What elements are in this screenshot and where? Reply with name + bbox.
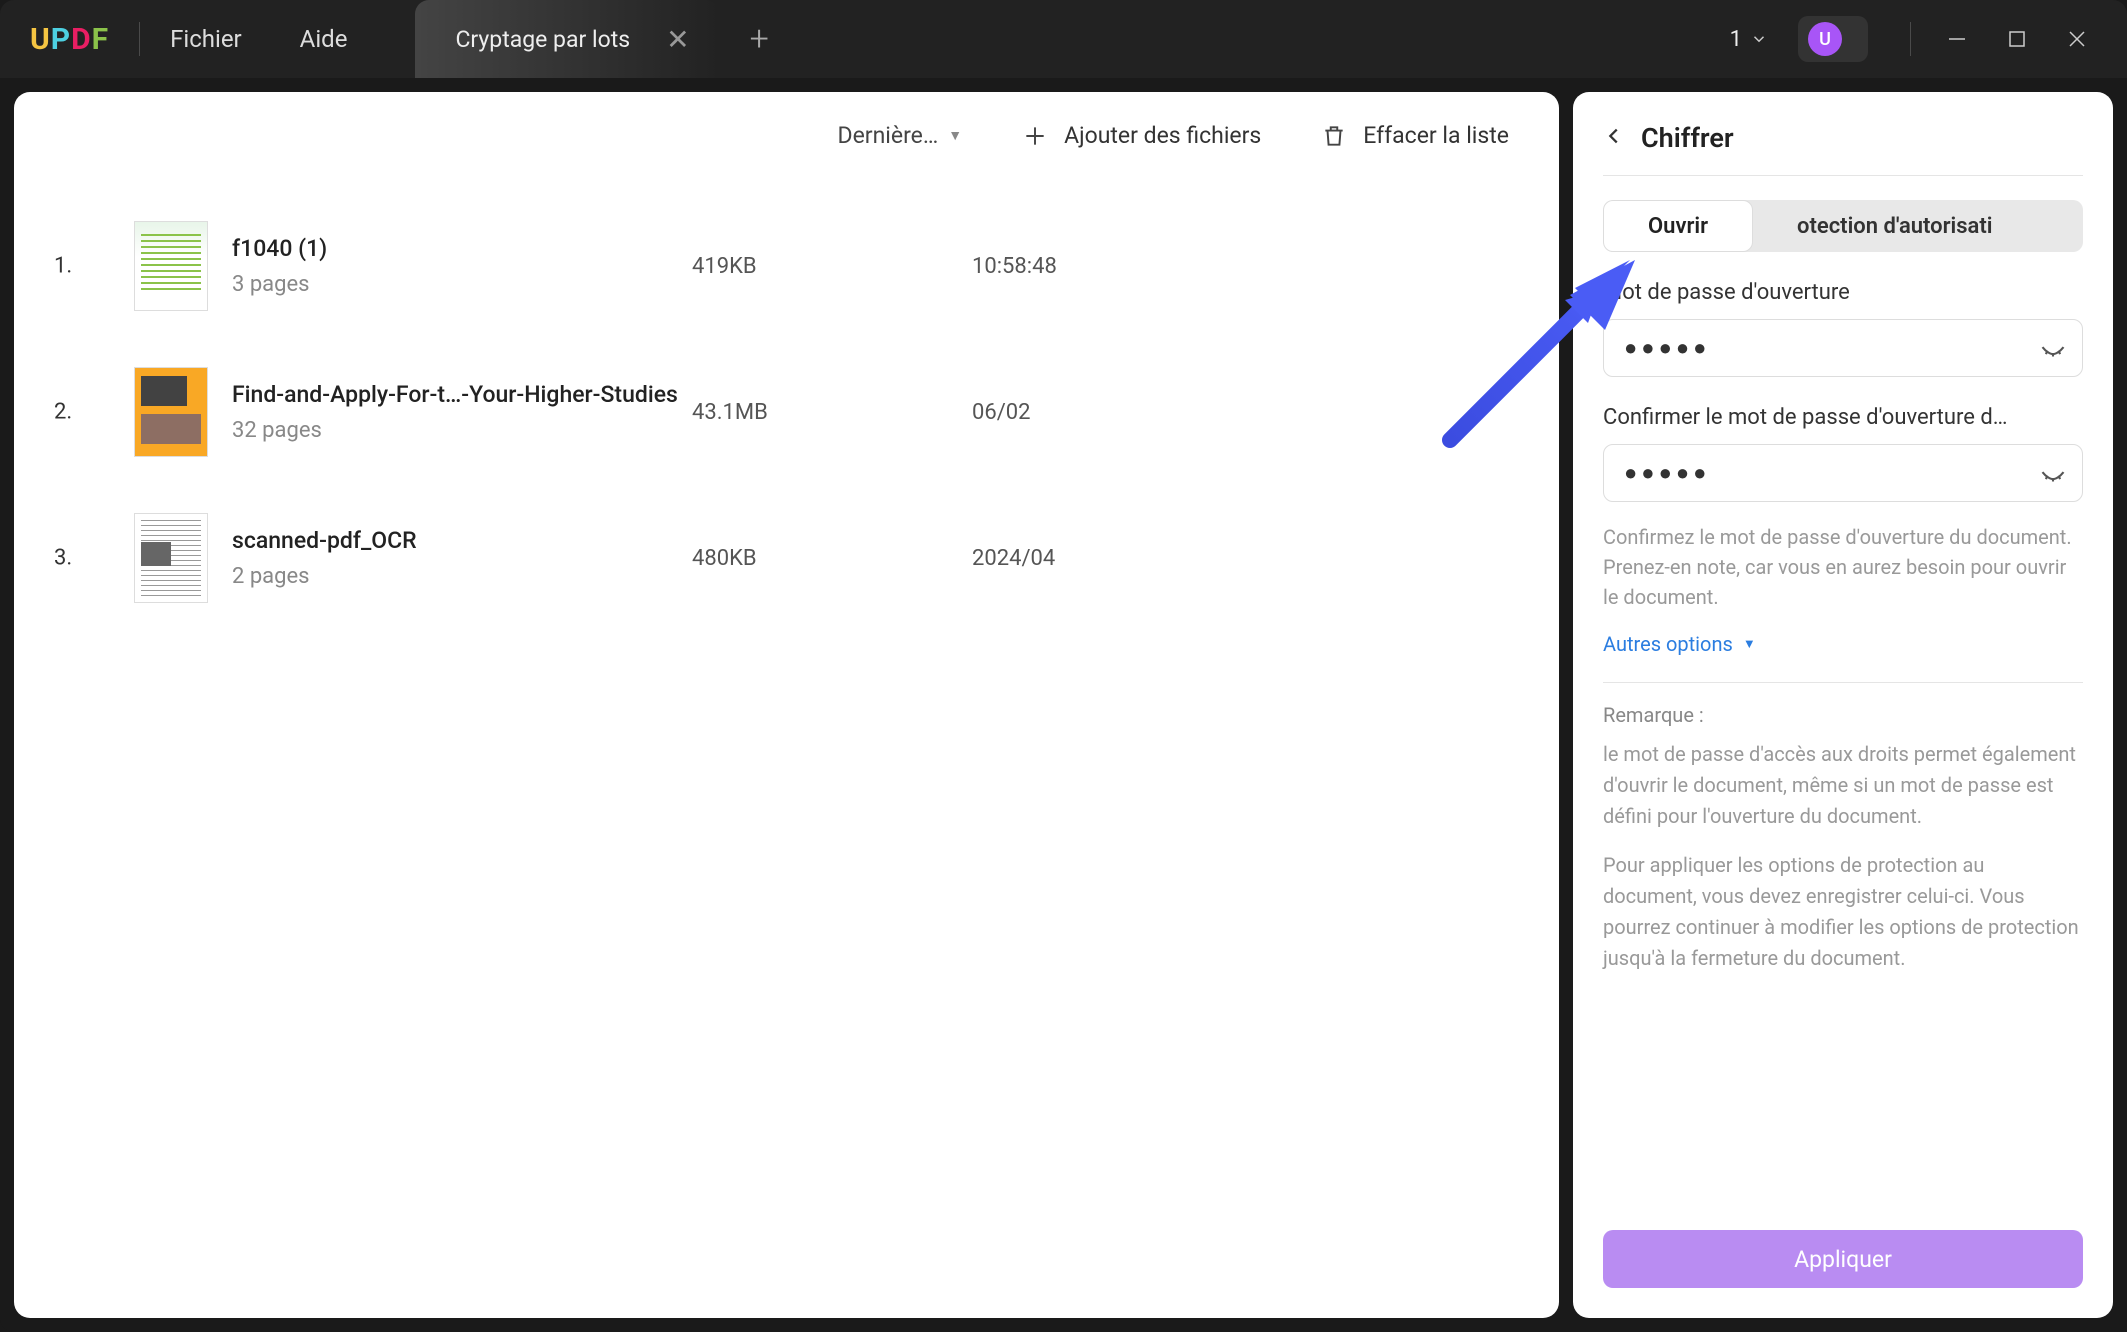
avatar-button[interactable]: U bbox=[1798, 16, 1868, 62]
confirm-password-input[interactable] bbox=[1603, 444, 2083, 502]
window-count: 1 bbox=[1730, 27, 1742, 52]
tab-batch-encrypt[interactable]: Cryptage par lots ✕ bbox=[415, 0, 719, 78]
note-text-1: le mot de passe d'accès aux droits perme… bbox=[1603, 739, 2083, 832]
file-index: 2. bbox=[54, 400, 72, 425]
triangle-down-icon: ▼ bbox=[1743, 636, 1756, 652]
security-tabs: Ouvrir otection d'autorisati bbox=[1603, 200, 2083, 252]
main-panel: Dernière… ▼ Ajouter des fichiers Effacer… bbox=[14, 92, 1559, 1318]
file-info: scanned-pdf_OCR 2 pages bbox=[232, 527, 692, 589]
sort-label: Dernière… bbox=[838, 122, 939, 149]
triangle-down-icon: ▼ bbox=[948, 127, 962, 144]
add-files-label: Ajouter des fichiers bbox=[1064, 122, 1261, 149]
apply-button[interactable]: Appliquer bbox=[1603, 1230, 2083, 1288]
tab-permission-password[interactable]: otection d'autorisati bbox=[1753, 200, 2036, 252]
maximize-button[interactable] bbox=[1987, 19, 2047, 59]
panel-footer: Appliquer bbox=[1573, 1200, 2113, 1318]
file-size: 419KB bbox=[692, 254, 972, 279]
list-toolbar: Dernière… ▼ Ajouter des fichiers Effacer… bbox=[14, 122, 1559, 173]
tab-close-icon[interactable]: ✕ bbox=[666, 23, 689, 56]
file-thumbnail bbox=[134, 513, 208, 603]
file-date: 06/02 bbox=[972, 400, 1031, 425]
chevron-left-icon bbox=[1603, 125, 1625, 147]
chevron-down-icon bbox=[1750, 30, 1768, 48]
panel-body: Ouvrir otection d'autorisati Mot de pass… bbox=[1573, 176, 2113, 1200]
file-row[interactable]: 3. scanned-pdf_OCR 2 pages 480KB 2024/04 bbox=[134, 485, 1519, 631]
file-thumbnail bbox=[134, 367, 208, 457]
file-size: 43.1MB bbox=[692, 400, 972, 425]
trash-icon bbox=[1321, 123, 1347, 149]
file-pages: 2 pages bbox=[232, 564, 692, 589]
titlebar: UPDF Fichier Aide Cryptage par lots ✕ + … bbox=[0, 0, 2127, 78]
tab-open-password[interactable]: Ouvrir bbox=[1603, 200, 1753, 252]
open-password-input[interactable] bbox=[1603, 319, 2083, 377]
file-thumbnail bbox=[134, 221, 208, 311]
confirm-hint: Confirmez le mot de passe d'ouverture du… bbox=[1603, 522, 2083, 612]
clear-list-button[interactable]: Effacer la liste bbox=[1321, 122, 1509, 149]
file-name: f1040 (1) bbox=[232, 235, 692, 262]
titlebar-right: 1 U bbox=[1730, 16, 2107, 62]
encrypt-panel: Chiffrer Ouvrir otection d'autorisati Mo… bbox=[1573, 92, 2113, 1318]
open-password-field bbox=[1603, 319, 2083, 377]
file-date: 10:58:48 bbox=[972, 254, 1057, 279]
file-pages: 32 pages bbox=[232, 418, 692, 443]
more-options-toggle[interactable]: Autres options ▼ bbox=[1603, 632, 2083, 656]
divider bbox=[1910, 22, 1911, 56]
eye-closed-icon bbox=[2039, 457, 2067, 485]
content-area: Dernière… ▼ Ajouter des fichiers Effacer… bbox=[0, 78, 2127, 1332]
panel-header: Chiffrer bbox=[1573, 92, 2113, 175]
confirm-password-label: Confirmer le mot de passe d'ouverture d… bbox=[1603, 405, 2083, 430]
note-text-2: Pour appliquer les options de protection… bbox=[1603, 850, 2083, 974]
sort-dropdown[interactable]: Dernière… ▼ bbox=[838, 122, 963, 149]
file-index: 3. bbox=[54, 546, 72, 571]
plus-icon bbox=[1022, 123, 1048, 149]
file-name: scanned-pdf_OCR bbox=[232, 527, 692, 554]
open-password-label: Mot de passe d'ouverture bbox=[1603, 280, 2083, 305]
menu-file[interactable]: Fichier bbox=[170, 25, 242, 53]
tab-label: Cryptage par lots bbox=[455, 26, 630, 53]
toggle-password-visibility[interactable] bbox=[2039, 332, 2067, 364]
file-info: Find-and-Apply-For-t…-Your-Higher-Studie… bbox=[232, 381, 692, 443]
toggle-confirm-visibility[interactable] bbox=[2039, 457, 2067, 489]
confirm-password-field bbox=[1603, 444, 2083, 502]
file-info: f1040 (1) 3 pages bbox=[232, 235, 692, 297]
new-tab-button[interactable]: + bbox=[750, 19, 769, 59]
menu-help[interactable]: Aide bbox=[300, 25, 348, 53]
clear-list-label: Effacer la liste bbox=[1363, 122, 1509, 149]
more-options-label: Autres options bbox=[1603, 632, 1733, 656]
divider bbox=[1603, 682, 2083, 683]
add-files-button[interactable]: Ajouter des fichiers bbox=[1022, 122, 1261, 149]
panel-title: Chiffrer bbox=[1641, 122, 1734, 154]
file-row[interactable]: 1. f1040 (1) 3 pages 419KB 10:58:48 bbox=[134, 193, 1519, 339]
file-size: 480KB bbox=[692, 546, 972, 571]
avatar: U bbox=[1808, 22, 1842, 56]
file-row[interactable]: 2. Find-and-Apply-For-t…-Your-Higher-Stu… bbox=[134, 339, 1519, 485]
eye-closed-icon bbox=[2039, 332, 2067, 360]
file-pages: 3 pages bbox=[232, 272, 692, 297]
back-button[interactable] bbox=[1603, 125, 1625, 151]
minimize-button[interactable] bbox=[1927, 19, 1987, 59]
close-window-button[interactable] bbox=[2047, 19, 2107, 59]
file-list: 1. f1040 (1) 3 pages 419KB 10:58:48 2. F… bbox=[14, 173, 1559, 631]
note-heading: Remarque : bbox=[1603, 703, 2083, 727]
file-date: 2024/04 bbox=[972, 546, 1055, 571]
divider bbox=[139, 22, 140, 56]
window-count-dropdown[interactable]: 1 bbox=[1730, 27, 1768, 52]
file-name: Find-and-Apply-For-t…-Your-Higher-Studie… bbox=[232, 381, 692, 408]
file-index: 1. bbox=[54, 254, 72, 279]
updf-logo: UPDF bbox=[30, 22, 109, 57]
app-window: UPDF Fichier Aide Cryptage par lots ✕ + … bbox=[0, 0, 2127, 1332]
